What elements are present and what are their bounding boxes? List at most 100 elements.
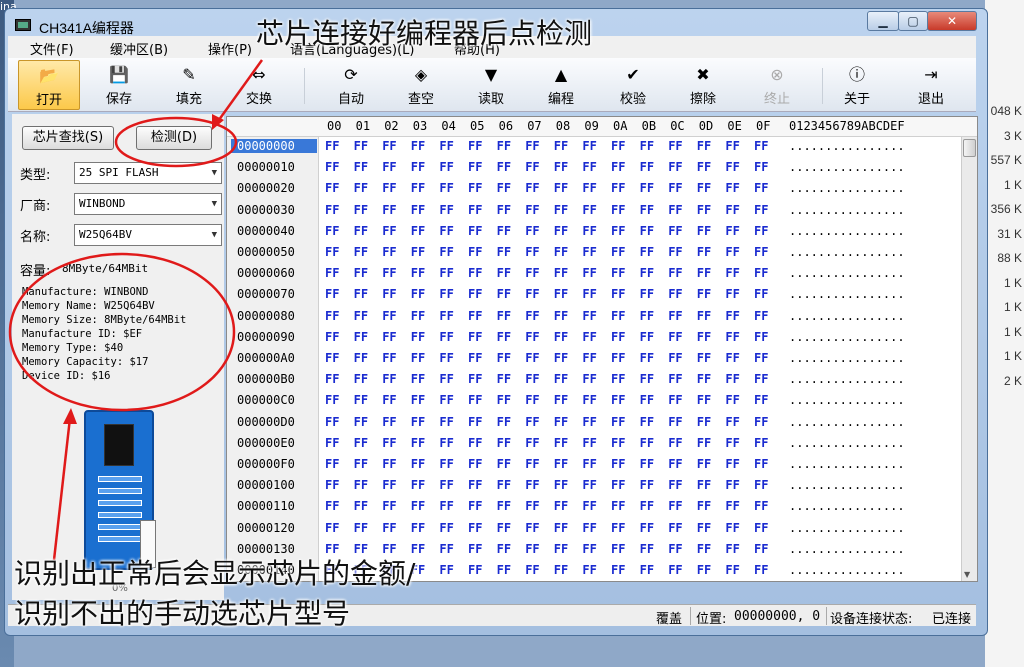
hex-byte[interactable]: FF (525, 457, 539, 471)
hex-byte[interactable]: FF (754, 542, 768, 556)
hex-byte[interactable]: FF (582, 351, 596, 365)
hex-byte[interactable]: FF (582, 457, 596, 471)
hex-byte[interactable]: FF (582, 542, 596, 556)
hex-byte[interactable]: FF (697, 457, 711, 471)
hex-byte[interactable]: FF (554, 393, 568, 407)
hex-byte[interactable]: FF (382, 181, 396, 195)
hex-byte[interactable]: FF (439, 287, 453, 301)
hex-ascii-row[interactable]: ................ (789, 266, 905, 280)
hex-byte[interactable]: FF (497, 287, 511, 301)
hex-byte[interactable]: FF (725, 415, 739, 429)
hex-byte[interactable]: FF (725, 330, 739, 344)
hex-byte[interactable]: FF (725, 563, 739, 577)
hex-byte[interactable]: FF (725, 457, 739, 471)
hex-byte[interactable]: FF (468, 309, 482, 323)
hex-byte[interactable]: FF (611, 224, 625, 238)
hex-byte[interactable]: FF (468, 478, 482, 492)
hex-byte[interactable]: FF (468, 393, 482, 407)
hex-byte[interactable]: FF (354, 393, 368, 407)
hex-byte[interactable]: FF (439, 499, 453, 513)
hex-byte[interactable]: FF (354, 351, 368, 365)
hex-byte[interactable]: FF (497, 457, 511, 471)
hex-byte[interactable]: FF (439, 139, 453, 153)
hex-byte[interactable]: FF (754, 181, 768, 195)
hex-byte[interactable]: FF (611, 499, 625, 513)
hex-byte[interactable]: FF (725, 245, 739, 259)
hex-byte[interactable]: FF (668, 457, 682, 471)
hex-byte[interactable]: FF (640, 521, 654, 535)
hex-byte[interactable]: FF (754, 203, 768, 217)
hex-byte[interactable]: FF (525, 478, 539, 492)
hex-byte[interactable]: FF (411, 224, 425, 238)
toolbar-button-erase[interactable]: ✖ 擦除 (672, 60, 734, 110)
hex-byte[interactable]: FF (754, 499, 768, 513)
hex-byte[interactable]: FF (325, 266, 339, 280)
hex-byte[interactable]: FF (354, 457, 368, 471)
hex-byte[interactable]: FF (468, 457, 482, 471)
hex-byte[interactable]: FF (497, 415, 511, 429)
toolbar-button-program[interactable]: ▲ 编程 (530, 60, 592, 110)
hex-byte[interactable]: FF (497, 266, 511, 280)
hex-byte[interactable]: FF (754, 330, 768, 344)
hex-byte[interactable]: FF (411, 436, 425, 450)
hex-byte[interactable]: FF (439, 266, 453, 280)
toolbar-button-swap-arrows[interactable]: ⇔ 交换 (228, 60, 290, 110)
hex-byte[interactable]: FF (411, 266, 425, 280)
hex-byte[interactable]: FF (754, 372, 768, 386)
hex-byte[interactable]: FF (668, 393, 682, 407)
hex-byte[interactable]: FF (382, 436, 396, 450)
hex-byte[interactable]: FF (754, 415, 768, 429)
menu-item-1[interactable]: 缓冲区(B) (110, 39, 168, 58)
hex-byte[interactable]: FF (439, 542, 453, 556)
hex-byte[interactable]: FF (668, 499, 682, 513)
hex-byte[interactable]: FF (582, 309, 596, 323)
hex-byte[interactable]: FF (554, 372, 568, 386)
hex-byte[interactable]: FF (611, 351, 625, 365)
hex-byte[interactable]: FF (497, 499, 511, 513)
hex-byte[interactable]: FF (468, 372, 482, 386)
hex-address[interactable]: 00000030 (237, 203, 295, 217)
hex-byte[interactable]: FF (468, 139, 482, 153)
hex-byte[interactable]: FF (497, 245, 511, 259)
hex-address[interactable]: 00000120 (237, 521, 295, 535)
hex-byte[interactable]: FF (354, 330, 368, 344)
hex-byte[interactable]: FF (382, 330, 396, 344)
hex-byte[interactable]: FF (725, 521, 739, 535)
hex-byte[interactable]: FF (325, 521, 339, 535)
hex-byte[interactable]: FF (497, 160, 511, 174)
hex-byte[interactable]: FF (554, 563, 568, 577)
hex-byte[interactable]: FF (382, 351, 396, 365)
hex-byte[interactable]: FF (640, 139, 654, 153)
hex-byte[interactable]: FF (582, 330, 596, 344)
hex-byte[interactable]: FF (439, 478, 453, 492)
hex-byte[interactable]: FF (668, 372, 682, 386)
hex-byte[interactable]: FF (497, 542, 511, 556)
hex-byte[interactable]: FF (640, 330, 654, 344)
hex-byte[interactable]: FF (697, 181, 711, 195)
hex-byte[interactable]: FF (554, 224, 568, 238)
hex-byte[interactable]: FF (611, 330, 625, 344)
hex-byte[interactable]: FF (725, 266, 739, 280)
hex-byte[interactable]: FF (468, 351, 482, 365)
hex-byte[interactable]: FF (468, 287, 482, 301)
hex-byte[interactable]: FF (582, 563, 596, 577)
hex-byte[interactable]: FF (640, 563, 654, 577)
hex-byte[interactable]: FF (582, 224, 596, 238)
hex-byte[interactable]: FF (525, 224, 539, 238)
hex-byte[interactable]: FF (697, 351, 711, 365)
hex-byte[interactable]: FF (439, 393, 453, 407)
hex-byte[interactable]: FF (382, 266, 396, 280)
toolbar-button-floppy-save[interactable]: 💾 保存 (88, 60, 150, 110)
hex-byte[interactable]: FF (439, 521, 453, 535)
hex-byte[interactable]: FF (354, 415, 368, 429)
hex-byte[interactable]: FF (382, 499, 396, 513)
hex-byte[interactable]: FF (411, 457, 425, 471)
hex-ascii-row[interactable]: ................ (789, 521, 905, 535)
hex-byte[interactable]: FF (325, 372, 339, 386)
hex-address[interactable]: 00000090 (237, 330, 295, 344)
hex-byte[interactable]: FF (354, 160, 368, 174)
hex-byte[interactable]: FF (497, 203, 511, 217)
hex-byte[interactable]: FF (325, 203, 339, 217)
hex-byte[interactable]: FF (668, 521, 682, 535)
hex-byte[interactable]: FF (697, 436, 711, 450)
